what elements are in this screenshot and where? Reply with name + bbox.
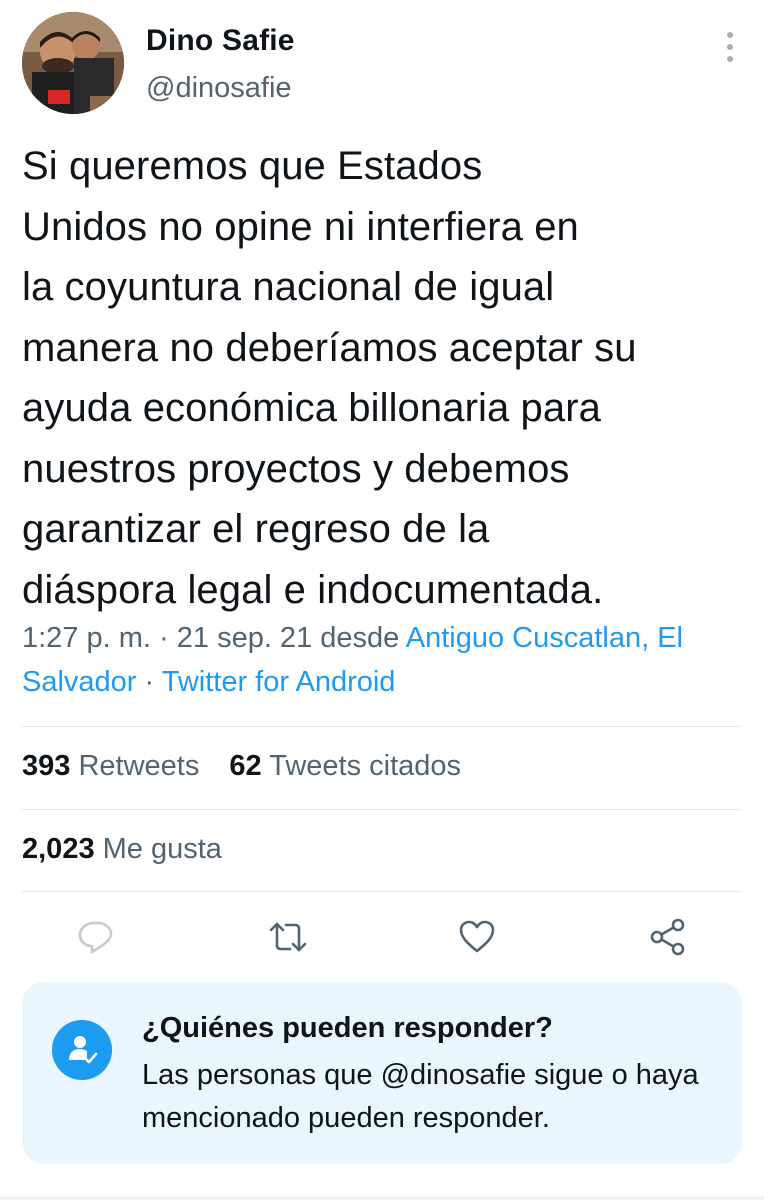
retweet-stats-row: 393 Retweets 62 Tweets citados	[22, 750, 483, 783]
reply-restriction-card: ¿Quiénes pueden responder? Las personas …	[22, 982, 742, 1164]
action-bar	[0, 905, 764, 969]
likes-count: 2,023	[22, 833, 95, 865]
tweet-time[interactable]: 1:27 p. m.	[22, 622, 151, 654]
divider	[22, 809, 742, 810]
author-display-name[interactable]: Dino Safie	[146, 24, 295, 58]
tweet-header: Dino Safie @dinosafie	[22, 12, 742, 116]
reply-icon[interactable]	[76, 917, 116, 957]
more-options-icon[interactable]	[724, 30, 736, 64]
share-icon[interactable]	[648, 917, 688, 957]
divider	[22, 726, 742, 727]
reply-restriction-description: Las personas que @dinosafie sigue o haya…	[142, 1059, 699, 1134]
user-check-icon	[69, 1036, 98, 1064]
reply-restriction-title: ¿Quiénes pueden responder?	[142, 1012, 553, 1044]
author-handle[interactable]: @dinosafie	[146, 72, 292, 105]
tweet-date[interactable]: 21 sep. 21	[177, 622, 312, 654]
avatar[interactable]	[22, 12, 124, 114]
tweet-text: Si queremos que Estados Unidos no opine …	[22, 144, 637, 612]
meta-from-word: desde	[312, 622, 406, 654]
like-icon[interactable]	[457, 917, 497, 957]
quotes-count: 62	[229, 750, 262, 782]
meta-separator: ·	[150, 622, 177, 654]
quotes-stat[interactable]: 62 Tweets citados	[229, 750, 461, 783]
tweet-source-link[interactable]: Twitter for Android	[162, 666, 396, 698]
divider	[22, 891, 742, 892]
retweets-count: 393	[22, 750, 71, 782]
meta-separator: ·	[136, 666, 162, 698]
bottom-divider	[0, 1196, 764, 1200]
likes-stats-row: 2,023 Me gusta	[22, 833, 244, 866]
likes-label: Me gusta	[102, 833, 222, 865]
tweet-metadata: 1:27 p. m. · 21 sep. 21 desde Antiguo Cu…	[22, 616, 742, 704]
quotes-label: Tweets citados	[269, 750, 462, 782]
avatar-photo	[22, 12, 124, 114]
retweets-label: Retweets	[78, 750, 200, 782]
likes-stat[interactable]: 2,023 Me gusta	[22, 833, 222, 866]
retweet-icon[interactable]	[268, 917, 308, 957]
retweets-stat[interactable]: 393 Retweets	[22, 750, 199, 783]
reply-restriction-badge	[52, 1020, 112, 1080]
